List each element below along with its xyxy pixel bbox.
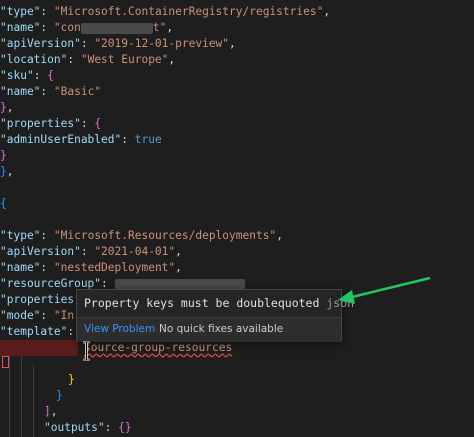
- code-line: "template": {: [0, 325, 88, 338]
- code-line: "outputs": {}: [44, 421, 132, 434]
- error-line-highlight: [0, 340, 78, 356]
- json-string: "2021-04-01": [94, 245, 176, 258]
- code-line: },: [0, 101, 14, 114]
- code-line: "properties": {: [0, 117, 102, 130]
- json-key: "name": [0, 21, 41, 34]
- indent-guide: [21, 345, 22, 437]
- indent-guide: [9, 345, 10, 437]
- problem-hover-popup: Property keys must be doublequoted json …: [76, 289, 354, 342]
- code-line: {: [0, 197, 7, 210]
- json-key: "properties": [0, 117, 81, 130]
- code-line: }: [56, 389, 63, 402]
- indent-guide: [33, 365, 34, 437]
- json-key: "sku": [0, 69, 34, 82]
- json-key: "name": [0, 261, 41, 274]
- text-cursor-icon: [83, 341, 90, 361]
- code-line: "mode": "In: [0, 309, 75, 322]
- json-string: "In: [53, 309, 75, 322]
- code-line: "apiVersion": "2021-04-01",: [0, 245, 182, 258]
- json-key: "adminUserEnabled": [0, 133, 122, 146]
- problem-message: Property keys must be doublequoted json: [84, 296, 355, 310]
- json-string: "Microsoft.ContainerRegistry/registries": [53, 5, 324, 18]
- json-key: "mode": [0, 309, 41, 322]
- json-key: "apiVersion": [0, 37, 81, 50]
- code-line: },: [0, 165, 14, 178]
- json-key: "properties": [0, 293, 81, 306]
- json-key: "location": [0, 53, 68, 66]
- code-line: "apiVersion": "2019-12-01-preview",: [0, 37, 236, 50]
- code-line: "adminUserEnabled": true: [0, 133, 162, 146]
- code-line: source-group-resources: [84, 340, 232, 356]
- json-key: "type": [0, 5, 41, 18]
- json-string: "West Europe": [80, 53, 169, 66]
- annotation-arrow-icon: [338, 276, 431, 304]
- code-line: "type": "Microsoft.ContainerRegistry/reg…: [0, 5, 331, 18]
- json-key: "apiVersion": [0, 245, 81, 258]
- json-key: "name": [0, 85, 41, 98]
- json-key: "type": [0, 229, 41, 242]
- hover-actions-bar: View Problem No quick fixes available: [77, 317, 341, 342]
- code-line: ],: [44, 405, 58, 418]
- code-line: "type": "Microsoft.Resources/deployments…: [0, 229, 283, 242]
- code-line: "name": "con t",: [0, 21, 174, 34]
- json-boolean: true: [134, 133, 162, 146]
- code-line: "name": "Basic": [0, 85, 102, 98]
- no-quick-fixes-text: No quick fixes available: [159, 323, 284, 335]
- code-line: "name": "nestedDeployment",: [0, 261, 182, 274]
- json-string: "Basic": [53, 85, 102, 98]
- redacted-text: [114, 278, 245, 290]
- code-line: "sku": {: [0, 69, 54, 82]
- json-key: "outputs": [44, 421, 105, 434]
- json-string: "nestedDeployment": [53, 261, 176, 274]
- code-line: }: [68, 373, 75, 386]
- code-line: "location": "West Europe",: [0, 53, 176, 66]
- json-string: "2019-12-01-preview": [94, 37, 230, 50]
- code-line: }: [0, 149, 7, 162]
- json-key: "template": [0, 325, 68, 338]
- json-string: "Microsoft.Resources/deployments": [53, 229, 277, 242]
- json-string: "con: [53, 21, 81, 34]
- error-text: source-group-resources: [84, 341, 233, 354]
- redacted-text: [80, 22, 153, 34]
- error-marker: [2, 356, 9, 368]
- code-editor[interactable]: "type": "Microsoft.ContainerRegistry/reg…: [0, 0, 474, 437]
- view-problem-link[interactable]: View Problem: [84, 323, 155, 335]
